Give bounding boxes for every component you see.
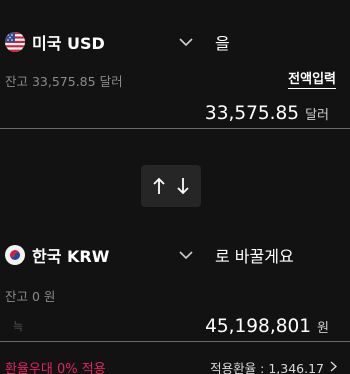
to-balance: 잔고 0 원	[5, 289, 56, 304]
to-currency-selector[interactable]: 한국 KRW 로 바꿀게요	[0, 240, 350, 270]
applied-rate-link[interactable]: 적용환율 : 1,346.17	[210, 358, 338, 374]
from-currency-name: 미국 USD	[32, 34, 105, 53]
to-amount-field[interactable]: 45,198,801 원	[205, 316, 329, 337]
from-suffix: 을	[215, 34, 230, 53]
from-currency-selector[interactable]: 미국 USD 을	[0, 27, 350, 57]
chevron-down-icon[interactable]	[178, 247, 194, 263]
to-suffix: 로 바꿀게요	[215, 247, 294, 266]
exchange-screen: 미국 USD 을 잔고 33,575.85 달러 전액입력 33,575.85 …	[0, 0, 350, 374]
chevron-right-icon	[330, 360, 338, 374]
preferential-rate-label: 환율우대 0% 적용	[5, 362, 106, 374]
to-currency-name: 한국 KRW	[32, 247, 110, 266]
chevron-down-icon[interactable]	[178, 34, 194, 50]
full-amount-button[interactable]: 전액입력	[288, 68, 336, 89]
to-amount-hint: 늑	[13, 320, 24, 333]
from-divider	[0, 128, 350, 129]
from-amount-value: 33,575.85	[204, 103, 300, 124]
to-divider	[0, 341, 350, 342]
to-amount-unit: 원	[317, 321, 329, 336]
from-amount-unit: 달러	[305, 108, 329, 123]
us-flag-icon	[5, 32, 25, 52]
swap-arrows-icon	[153, 177, 189, 195]
swap-button[interactable]	[141, 165, 201, 207]
kr-flag-icon	[5, 245, 25, 265]
to-amount-value: 45,198,801	[205, 316, 312, 337]
from-balance: 잔고 33,575.85 달러	[5, 74, 123, 89]
applied-rate-text: 적용환율 : 1,346.17	[210, 361, 324, 374]
from-amount-field[interactable]: 33,575.85 달러	[205, 103, 329, 124]
